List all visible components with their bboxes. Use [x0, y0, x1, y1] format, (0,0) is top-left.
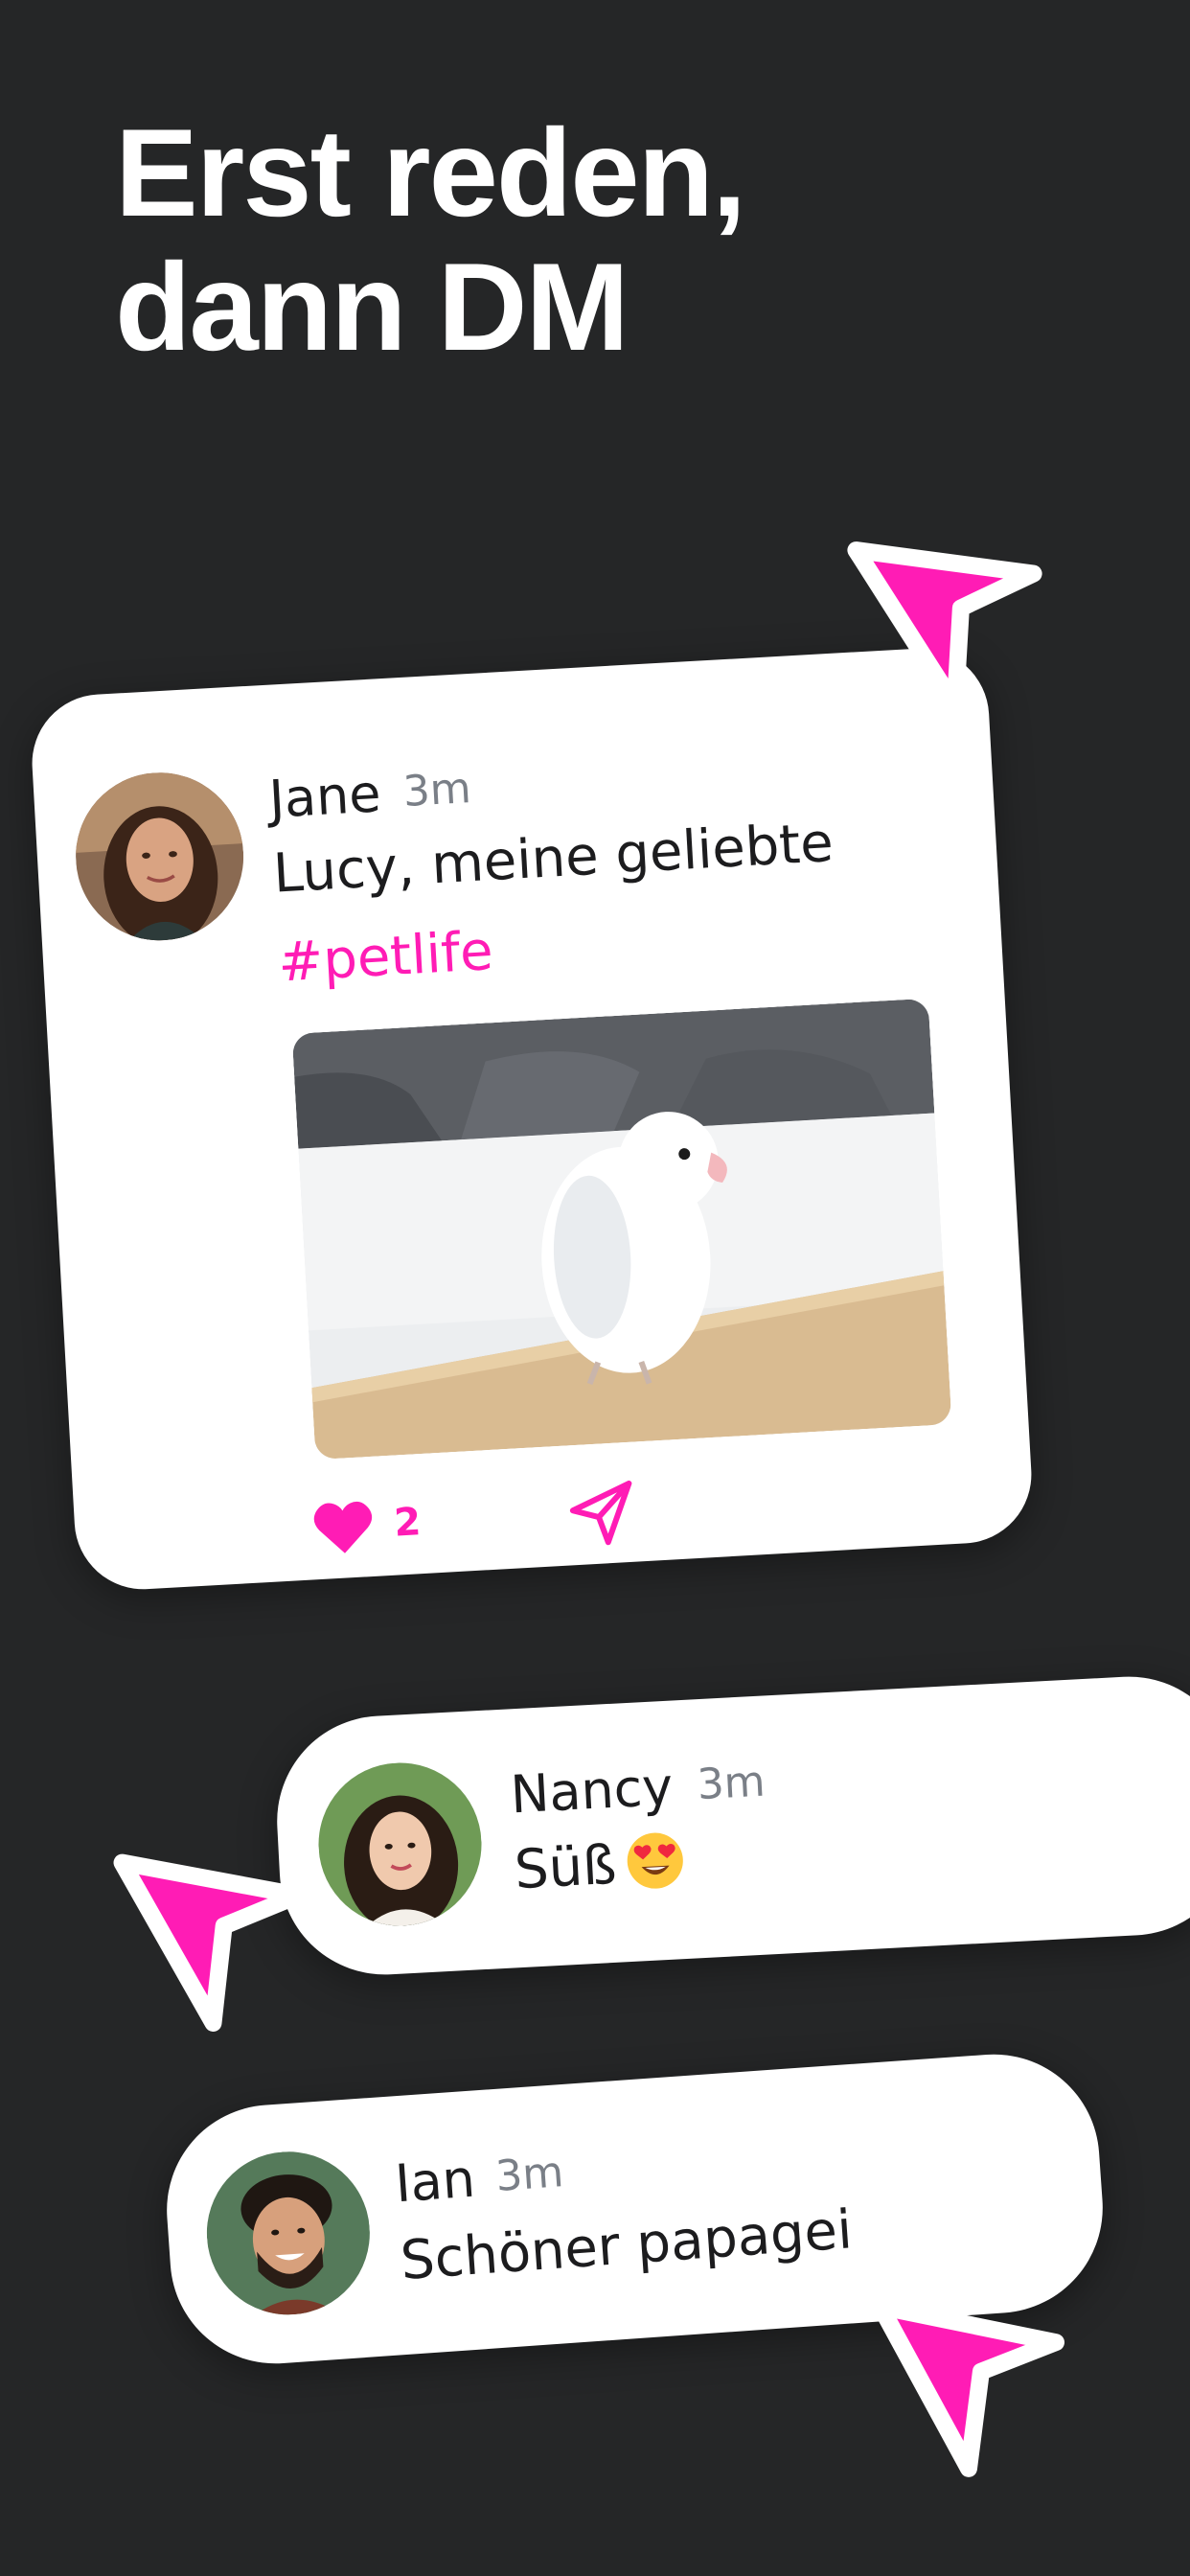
post-author-name[interactable]: Jane — [267, 763, 382, 829]
comment-text: Süß — [513, 1829, 687, 1901]
headline: Erst reden, dann DM — [115, 105, 1073, 374]
parrot-photo — [291, 998, 952, 1460]
post-timestamp: 3m — [401, 764, 472, 816]
post-image[interactable] — [291, 998, 952, 1460]
headline-line-1: Erst reden, — [115, 103, 746, 242]
post-text: Lucy, meine geliebte — [271, 812, 835, 906]
avatar-nancy[interactable] — [314, 1759, 486, 1930]
comment-author-name[interactable]: Ian — [393, 2149, 476, 2215]
avatar-ian[interactable] — [201, 2146, 376, 2321]
send-icon — [569, 1480, 632, 1546]
cursor-arrow-icon — [860, 2273, 1095, 2499]
heart-eyes-emoji — [628, 1832, 684, 1889]
heart-icon — [313, 1501, 373, 1553]
comment-text: Schöner papagei — [398, 2198, 855, 2293]
comment-card-nancy[interactable]: Nancy 3m Süß — [271, 1671, 1190, 1980]
comment-author-name[interactable]: Nancy — [509, 1757, 674, 1826]
cursor-arrow-icon — [835, 503, 1082, 743]
comment-timestamp: 3m — [493, 2148, 565, 2201]
post-hashtag[interactable]: #petlife — [277, 920, 494, 994]
screen: Erst reden, dann DM Jane 3m Lucy, meine … — [0, 0, 1190, 2576]
comment-timestamp: 3m — [696, 1757, 767, 1810]
headline-line-2: dann DM — [115, 237, 629, 377]
like-button[interactable]: 2 — [309, 1492, 423, 1557]
like-count: 2 — [393, 1500, 423, 1546]
comment-text-value: Süß — [513, 1833, 618, 1902]
share-button[interactable] — [561, 1473, 642, 1553]
post-card[interactable]: Jane 3m Lucy, meine geliebte #petlife 2 — [28, 644, 1036, 1594]
cursor-arrow-icon — [102, 1826, 339, 2055]
avatar-jane[interactable] — [71, 768, 248, 946]
